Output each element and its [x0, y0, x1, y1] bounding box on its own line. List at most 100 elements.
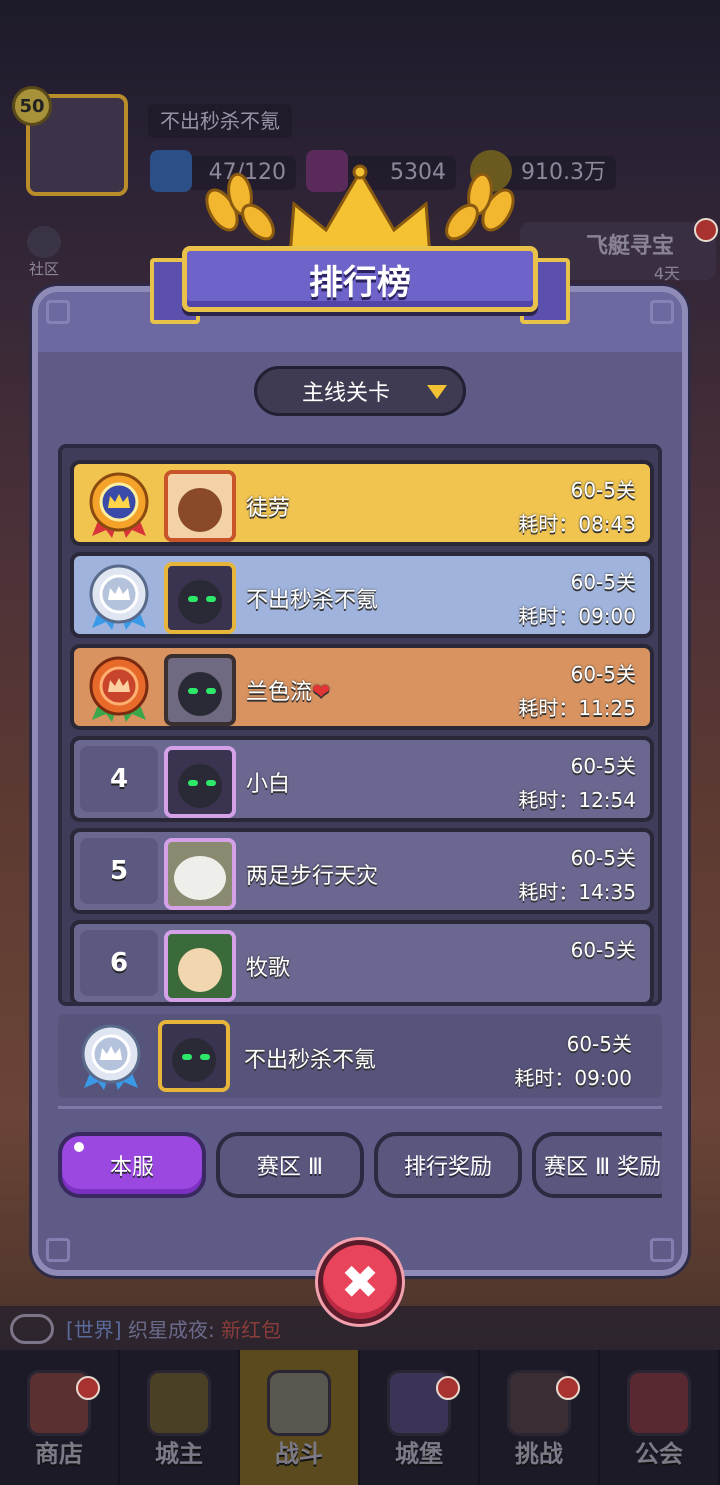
avatar-eye — [188, 688, 198, 694]
avatar-eye — [200, 1054, 210, 1060]
player-avatar[interactable] — [164, 470, 236, 542]
community-button[interactable]: 社区 — [20, 226, 68, 279]
shop-badge — [76, 1376, 100, 1400]
nav-guild[interactable]: 公会 — [600, 1350, 720, 1485]
nav-challenge-label: 挑战 — [515, 1440, 563, 1468]
player-avatar[interactable] — [164, 654, 236, 726]
avatar-face — [178, 580, 222, 624]
divider — [58, 1106, 662, 1109]
stage-value: 60-5关 — [570, 662, 636, 686]
ranking-row[interactable]: 6 牧歌 60-5关 — [70, 920, 654, 1002]
chat-line: [世界] 织星成夜: 新红包 — [66, 1314, 281, 1343]
player-avatar[interactable] — [158, 1020, 230, 1092]
nav-castle[interactable]: 城堡 — [360, 1350, 480, 1485]
bottom-navigation: 商店 城主 战斗 城堡 挑战 公会 — [0, 1350, 720, 1485]
player-avatar[interactable] — [164, 930, 236, 1002]
tab-region[interactable]: 赛区 Ⅲ — [216, 1132, 364, 1198]
nav-battle-label: 战斗 — [275, 1440, 323, 1468]
heart-icon: ❤ — [312, 680, 331, 705]
player-name: 牧歌 — [246, 956, 291, 981]
ranking-row[interactable]: 徒劳 60-5关 耗时：08:43 — [70, 460, 654, 546]
stage-value: 60-5关 — [566, 1032, 632, 1056]
tab-highlight — [74, 1142, 84, 1152]
nav-lord[interactable]: 城主 — [120, 1350, 240, 1485]
ranking-row[interactable]: 不出秒杀不氪 60-5关 耗时：09:00 — [70, 552, 654, 638]
modal-title: 排行榜 — [182, 246, 538, 312]
gold-value: 910.3万 — [521, 160, 606, 185]
time-value: 耗时：11:25 — [518, 696, 636, 720]
time-value: 耗时：09:00 — [514, 1066, 632, 1090]
chat-bubble-icon — [10, 1314, 54, 1344]
nav-battle[interactable]: 战斗 — [240, 1350, 360, 1485]
home-icon — [27, 226, 61, 258]
avatar-face — [178, 488, 222, 532]
avatar-face — [172, 1038, 216, 1082]
rank-number: 5 — [80, 838, 158, 904]
stage-value: 60-5关 — [570, 570, 636, 594]
stage-value: 60-5关 — [570, 846, 636, 870]
crown-icon — [147, 1370, 211, 1436]
corner-ornament — [650, 1238, 674, 1262]
avatar-face — [178, 948, 222, 992]
player-avatar[interactable] — [164, 746, 236, 818]
gold-medal-icon — [89, 472, 149, 538]
tab-label: 排行奖励 — [403, 1155, 492, 1180]
chat-channel: [世界] — [66, 1318, 122, 1342]
stage-value: 60-5关 — [570, 938, 636, 962]
time-value: 耗时：12:54 — [518, 788, 636, 812]
player-name: 两足步行天灾 — [246, 864, 379, 889]
tab-this-server[interactable]: 本服 — [58, 1132, 206, 1198]
nav-lord-label: 城主 — [155, 1440, 203, 1468]
nav-challenge[interactable]: 挑战 — [480, 1350, 600, 1485]
player-name: 小白 — [246, 772, 291, 797]
avatar-face — [178, 672, 222, 716]
airship-days: 4天 — [653, 264, 680, 283]
player-name: 兰色流❤ — [246, 674, 330, 706]
avatar-face — [174, 856, 226, 900]
rank-number: 4 — [80, 746, 158, 812]
bronze-medal-icon — [89, 656, 149, 722]
player-name: 不出秒杀不氪 — [148, 104, 292, 138]
guild-banner-icon — [627, 1370, 691, 1436]
ranking-list[interactable]: 徒劳 60-5关 耗时：08:43 不出秒杀不氪 60-5关 耗时：09:00 — [58, 444, 662, 1006]
stage-value: 60-5关 — [570, 754, 636, 778]
time-value: 耗时：08:43 — [518, 512, 636, 536]
avatar-eye — [182, 1054, 192, 1060]
ranking-row[interactable]: 5 两足步行天灾 60-5关 耗时：14:35 — [70, 828, 654, 914]
ranking-row[interactable]: 兰色流❤ 60-5关 耗时：11:25 — [70, 644, 654, 730]
nav-shop[interactable]: 商店 — [0, 1350, 120, 1485]
rank-number: 6 — [80, 930, 158, 996]
tab-region-rewards[interactable]: 赛区 Ⅲ 奖励 — [532, 1132, 662, 1198]
player-name: 不出秒杀不氪 — [246, 588, 379, 613]
avatar-face — [178, 764, 222, 808]
castle-badge — [436, 1376, 460, 1400]
player-name: 徒劳 — [246, 496, 291, 521]
chevron-down-icon — [427, 385, 447, 399]
swords-icon — [267, 1370, 331, 1436]
player-avatar[interactable] — [164, 838, 236, 910]
nav-shop-label: 商店 — [35, 1440, 83, 1468]
notification-dot — [694, 218, 718, 242]
avatar-eye — [188, 780, 198, 786]
close-button[interactable]: ✖ — [318, 1240, 402, 1324]
avatar-eye — [206, 596, 216, 602]
avatar-eye — [206, 688, 216, 694]
ranking-row[interactable]: 4 小白 60-5关 耗时：12:54 — [70, 736, 654, 822]
avatar-eye — [188, 596, 198, 602]
nav-castle-label: 城堡 — [395, 1440, 443, 1468]
community-label: 社区 — [28, 260, 59, 278]
my-ranking-row[interactable]: 不出秒杀不氪 60-5关 耗时：09:00 — [58, 1014, 662, 1098]
chat-message: 新红包 — [221, 1318, 282, 1342]
chat-sender: 织星成夜: — [127, 1318, 215, 1342]
player-avatar[interactable] — [164, 562, 236, 634]
corner-ornament — [650, 300, 674, 324]
tab-label: 赛区 Ⅲ — [256, 1155, 324, 1180]
nav-guild-label: 公会 — [635, 1440, 683, 1468]
tab-ranking-rewards[interactable]: 排行奖励 — [374, 1132, 522, 1198]
ranking-tabs: 本服 赛区 Ⅲ 排行奖励 赛区 Ⅲ 奖励 — [58, 1132, 662, 1200]
category-dropdown[interactable]: 主线关卡 — [254, 366, 466, 416]
dropdown-value: 主线关卡 — [301, 381, 390, 406]
corner-ornament — [46, 300, 70, 324]
close-icon: ✖ — [340, 1255, 380, 1309]
player-name-text: 兰色流 — [246, 680, 313, 705]
